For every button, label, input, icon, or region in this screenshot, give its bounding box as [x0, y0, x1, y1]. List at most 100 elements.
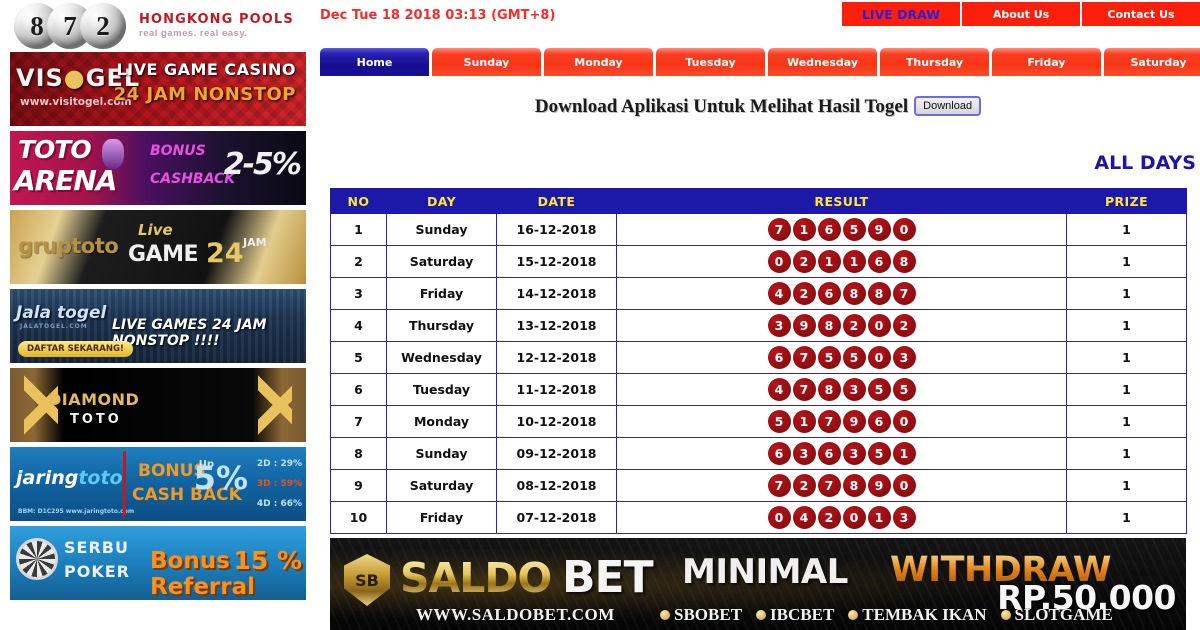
- result-ball: 7: [817, 474, 841, 497]
- result-ball: 2: [792, 250, 816, 273]
- top-bar: Dec Tue 18 2018 03:13 (GMT+8) LIVE DRAW …: [316, 0, 1200, 40]
- result-ball: 5: [867, 378, 891, 401]
- cell-result: 675503: [616, 341, 1067, 374]
- result-ball: 0: [767, 506, 791, 529]
- live-draw-button[interactable]: LIVE DRAW: [842, 2, 960, 26]
- cell-prize: 1: [1066, 501, 1187, 534]
- banner-totoarena-line2: ARENA: [14, 164, 117, 197]
- cell-prize: 1: [1066, 309, 1187, 342]
- tab-friday[interactable]: Friday: [992, 48, 1101, 76]
- saldobet-feature-label: IBCBET: [770, 605, 835, 624]
- result-ball: 0: [892, 218, 916, 241]
- result-ball: 7: [767, 474, 791, 497]
- tab-wednesday[interactable]: Wednesday: [768, 48, 877, 76]
- download-button[interactable]: Download: [914, 96, 982, 116]
- result-ball: 2: [842, 314, 866, 337]
- result-ball: 0: [842, 506, 866, 529]
- cell-no: 10: [330, 501, 387, 534]
- cell-prize: 1: [1066, 437, 1187, 470]
- cell-date: 15-12-2018: [496, 245, 617, 278]
- banner-jalatogel-line1: LIVE GAMES 24 JAM NONSTOP !!!!: [112, 317, 267, 349]
- banner-jalatogel-sub: JALATOGEL.COM: [20, 323, 88, 330]
- top-button-group: LIVE DRAW About Us Contact Us: [842, 2, 1200, 26]
- saldobet-feature-label: SBOBET: [674, 605, 743, 624]
- result-ball: 0: [767, 250, 791, 273]
- cell-day: Saturday: [386, 245, 497, 278]
- banner-gruptoto[interactable]: gruptoto Live GAME 24 JAM: [10, 210, 306, 284]
- brand-name: HONGKONG POOLS: [139, 12, 294, 28]
- banner-saldobet[interactable]: SB SALDO BET MINIMAL WITHDRAW RP.50.000 …: [330, 538, 1186, 630]
- tab-saturday[interactable]: Saturday: [1104, 48, 1200, 76]
- result-ball: 1: [842, 250, 866, 273]
- banner-visitogel[interactable]: VIS●GEL www.visitogel.com LIVE GAME CASI…: [10, 52, 306, 126]
- cell-day: Friday: [386, 277, 497, 310]
- result-ball: 3: [892, 506, 916, 529]
- saldobet-feature: IBCBET: [756, 605, 834, 625]
- bullet-icon: [848, 610, 859, 620]
- result-ball: 6: [767, 346, 791, 369]
- tab-monday[interactable]: Monday: [544, 48, 653, 76]
- banner-jaringtoto-brand: jaringtoto: [16, 467, 123, 489]
- banner-jalatogel-brand: Jala togel: [16, 303, 107, 323]
- cell-day: Wednesday: [386, 341, 497, 374]
- saldobet-feature: TEMBAK IKAN: [848, 605, 987, 625]
- banner-totoarena-line3: BONUS: [150, 143, 206, 159]
- col-header-prize: PRIZE: [1066, 188, 1187, 214]
- table-row: 6 Tuesday 11-12-2018 4 7 8 3 5 5 1: [330, 373, 1187, 406]
- table-row: 1 Sunday 16-12-2018 7 1 6 5 9 0 1: [330, 213, 1187, 246]
- banner-jaringtoto-sub: BBM: D1C295 www.jaringtoto.com: [18, 508, 135, 515]
- result-ball: 0: [892, 474, 916, 497]
- results-table-body: 1 Sunday 16-12-2018 7 1 6 5 9 0 1 2 Saturday 15-12-2…: [330, 213, 1187, 534]
- result-ball: 4: [792, 506, 816, 529]
- banner-gruptoto-line2: GAME: [128, 242, 199, 267]
- result-ball-group: 478355: [617, 378, 1066, 401]
- logo-ball-3: 2: [80, 3, 126, 49]
- banner-gruptoto-line1: Live: [138, 221, 173, 239]
- result-ball: 8: [867, 282, 891, 305]
- cell-prize: 1: [1066, 341, 1187, 374]
- banner-jalatogel[interactable]: Jala togel JALATOGEL.COM LIVE GAMES 24 J…: [10, 289, 306, 363]
- result-ball: 1: [792, 218, 816, 241]
- tab-thursday[interactable]: Thursday: [880, 48, 989, 76]
- cell-date: 12-12-2018: [496, 341, 617, 374]
- banner-gruptoto-brand: gruptoto: [18, 234, 119, 258]
- banner-jaringtoto[interactable]: jaringtoto BBM: D1C295 www.jaringtoto.co…: [10, 447, 306, 521]
- table-row: 10 Friday 07-12-2018 0 4 2 0 1 3 1: [330, 501, 1187, 534]
- result-ball: 9: [842, 410, 866, 433]
- banner-jaringtoto-r3: 4D : 66%: [256, 499, 302, 509]
- cell-result: 517960: [616, 405, 1067, 438]
- cell-day: Friday: [386, 501, 497, 534]
- contact-us-button[interactable]: Contact Us: [1082, 2, 1200, 26]
- cell-day: Tuesday: [386, 373, 497, 406]
- banner-serbupoker[interactable]: SERBU POKER Bonus Referral 15 %: [10, 526, 306, 600]
- result-ball-group: 727890: [617, 474, 1066, 497]
- cell-day: Sunday: [386, 213, 497, 246]
- result-ball: 1: [867, 506, 891, 529]
- banner-totoarena-line1: TOTO: [18, 135, 92, 164]
- cell-result: 716590: [616, 213, 1067, 246]
- cell-date: 07-12-2018: [496, 501, 617, 534]
- sidebar: 8 7 2 HONGKONG POOLS real games. real ea…: [0, 0, 316, 630]
- tab-sunday[interactable]: Sunday: [432, 48, 541, 76]
- about-us-button[interactable]: About Us: [962, 2, 1080, 26]
- clock-text: Dec Tue 18 2018 03:13 (GMT+8): [320, 8, 556, 23]
- result-ball: 2: [892, 314, 916, 337]
- table-header-row: NO DAY DATE RESULT PRIZE: [330, 188, 1187, 214]
- cell-result: 727890: [616, 469, 1067, 502]
- saldobet-feature: SLOTGAME: [1000, 605, 1113, 625]
- result-ball: 3: [767, 314, 791, 337]
- result-ball-group: 021168: [617, 250, 1066, 273]
- banner-jalatogel-cta[interactable]: DAFTAR SEKARANG!: [18, 341, 133, 357]
- cell-date: 08-12-2018: [496, 469, 617, 502]
- tab-tuesday[interactable]: Tuesday: [656, 48, 765, 76]
- result-ball: 6: [817, 218, 841, 241]
- result-ball: 4: [767, 378, 791, 401]
- site-logo[interactable]: 8 7 2 HONGKONG POOLS real games. real ea…: [0, 0, 316, 52]
- download-title: Download Aplikasi Untuk Melihat Hasil To…: [534, 96, 909, 117]
- banner-diamondtoto[interactable]: DIAMOND TOTO: [10, 368, 306, 442]
- result-ball: 1: [892, 442, 916, 465]
- tab-home[interactable]: Home: [320, 48, 429, 76]
- col-header-date: DATE: [496, 188, 617, 214]
- saldobet-minimal: MINIMAL: [682, 552, 848, 592]
- banner-totoarena[interactable]: TOTO ARENA BONUS CASHBACK 2-5%: [10, 131, 306, 205]
